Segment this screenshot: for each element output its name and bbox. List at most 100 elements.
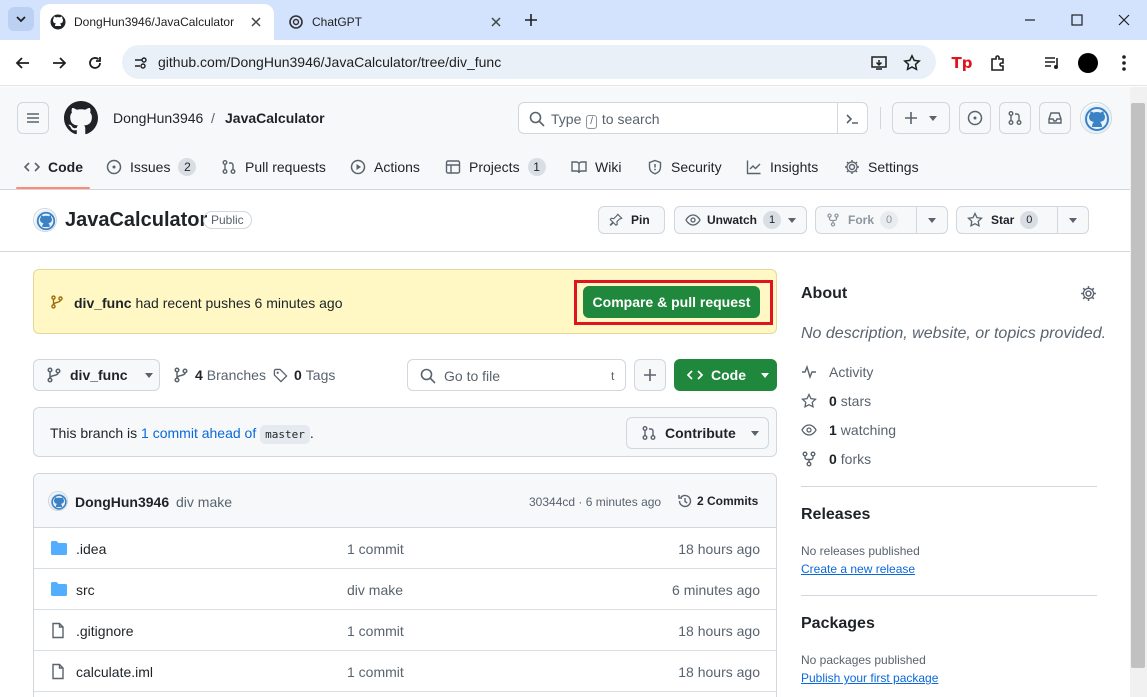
minimize-window-button[interactable]: [1018, 8, 1042, 32]
unwatch-button[interactable]: Unwatch 1: [674, 206, 807, 234]
compare-pull-request-button[interactable]: Compare & pull request: [583, 286, 760, 318]
commits-history-link[interactable]: 2 Commits: [677, 493, 758, 509]
github-logo-icon[interactable]: [64, 101, 98, 135]
file-commit-message[interactable]: div make: [347, 582, 403, 598]
reload-button[interactable]: [82, 50, 108, 76]
forward-button[interactable]: [46, 50, 72, 76]
tab-search-button[interactable]: [8, 7, 34, 31]
profile-avatar[interactable]: [1076, 51, 1100, 75]
code-icon: [24, 162, 40, 172]
command-palette-icon[interactable]: [844, 111, 860, 127]
releases-heading[interactable]: Releases: [801, 506, 870, 524]
triangle-down-icon: [788, 218, 797, 223]
code-dropdown-button[interactable]: Code: [674, 359, 777, 391]
search-input[interactable]: Type / to search: [518, 102, 868, 134]
commit-author[interactable]: DongHun3946: [75, 494, 169, 510]
file-name[interactable]: .idea: [76, 541, 106, 557]
user-avatar[interactable]: [1080, 102, 1112, 134]
browser-tab-chatgpt[interactable]: ChatGPT: [280, 4, 514, 40]
commits-ahead-link[interactable]: 1 commit ahead of: [141, 425, 256, 441]
commit-sha-time[interactable]: 30344cd · 6 minutes ago: [529, 495, 661, 509]
tab-issues[interactable]: Issues 2: [106, 157, 197, 177]
maximize-window-button[interactable]: [1065, 8, 1089, 32]
repo-forked-icon: [827, 213, 839, 227]
issue-opened-icon: [967, 110, 983, 126]
star-button[interactable]: Star 0: [956, 206, 1089, 234]
branch-selector-button[interactable]: div_func: [33, 359, 160, 391]
close-tab-icon[interactable]: [246, 12, 266, 32]
file-commit-message[interactable]: 1 commit: [347, 541, 404, 557]
new-tab-button[interactable]: [520, 9, 542, 31]
file-name[interactable]: src: [76, 582, 95, 598]
about-heading: About: [801, 285, 848, 302]
tab-settings[interactable]: Settings: [844, 157, 919, 177]
breadcrumb-repo[interactable]: JavaCalculator: [225, 110, 325, 126]
watching-link[interactable]: 1 watching: [801, 422, 896, 438]
address-bar[interactable]: github.com/DongHun3946/JavaCalculator/tr…: [122, 45, 936, 79]
commit-author-avatar[interactable]: [48, 491, 68, 511]
tab-insights[interactable]: Insights: [746, 157, 818, 177]
file-commit-message[interactable]: 1 commit: [347, 664, 404, 680]
file-row[interactable]: .idea 1 commit 18 hours ago: [34, 528, 776, 569]
issue-opened-icon: [106, 159, 122, 175]
tags-link[interactable]: 0 Tags: [273, 367, 335, 383]
activity-link[interactable]: Activity: [801, 364, 873, 380]
file-commit-message[interactable]: 1 commit: [347, 623, 404, 639]
add-file-button[interactable]: [634, 359, 666, 391]
branches-link[interactable]: 4 Branches: [173, 367, 266, 383]
file-row[interactable]: .gitignore 1 commit 18 hours ago: [34, 610, 776, 651]
browser-tab-github[interactable]: DongHun3946/JavaCalculator: [40, 4, 274, 40]
projects-count: 1: [527, 158, 546, 176]
pull-requests-button[interactable]: [999, 102, 1031, 134]
close-tab-icon[interactable]: [486, 12, 506, 32]
breadcrumb-separator: /: [211, 110, 215, 126]
site-info-icon[interactable]: [130, 53, 150, 73]
tab-actions[interactable]: Actions: [350, 157, 420, 177]
tab-code[interactable]: Code: [24, 157, 83, 177]
commit-message[interactable]: div make: [176, 494, 232, 510]
breadcrumb-owner[interactable]: DongHun3946: [113, 110, 203, 126]
chatgpt-favicon-icon: [289, 15, 303, 29]
pin-button[interactable]: Pin: [598, 206, 665, 234]
tab-pull-requests[interactable]: Pull requests: [221, 157, 326, 177]
go-to-file-input[interactable]: Go to file t: [407, 359, 626, 391]
forks-link[interactable]: 0 forks: [801, 451, 871, 467]
file-row[interactable]: calculate.iml 1 commit 18 hours ago: [34, 651, 776, 692]
extension-tp-icon[interactable]: Tp: [950, 51, 974, 75]
tab-projects[interactable]: Projects 1: [445, 157, 546, 177]
packages-heading[interactable]: Packages: [801, 615, 875, 633]
back-button[interactable]: [10, 50, 36, 76]
repo-owner-avatar[interactable]: [33, 208, 57, 232]
inbox-button[interactable]: [1039, 102, 1071, 134]
file-name[interactable]: calculate.iml: [76, 664, 153, 680]
tab-wiki[interactable]: Wiki: [571, 157, 621, 177]
eye-icon: [685, 214, 701, 226]
fork-button[interactable]: Fork 0: [815, 206, 948, 234]
create-release-link[interactable]: Create a new release: [801, 562, 915, 576]
create-new-button[interactable]: [892, 102, 950, 134]
bookmark-star-icon[interactable]: [902, 53, 922, 73]
stars-link[interactable]: 0 stars: [801, 393, 871, 409]
extensions-puzzle-icon[interactable]: [986, 51, 1010, 75]
browser-tab-strip: DongHun3946/JavaCalculator ChatGPT: [0, 0, 1147, 40]
close-window-button[interactable]: [1112, 8, 1136, 32]
publish-package-link[interactable]: Publish your first package: [801, 671, 938, 685]
banner-text: div_func had recent pushes 6 minutes ago: [74, 295, 343, 311]
hamburger-menu-button[interactable]: [17, 102, 49, 134]
file-row[interactable]: src div make 6 minutes ago: [34, 569, 776, 610]
media-controls-icon[interactable]: [1040, 51, 1064, 75]
contribute-button[interactable]: Contribute: [626, 417, 769, 449]
book-icon: [571, 161, 587, 174]
repo-name[interactable]: JavaCalculator: [65, 209, 207, 232]
search-icon: [529, 111, 545, 127]
browser-menu-icon[interactable]: [1112, 51, 1136, 75]
issues-button[interactable]: [959, 102, 991, 134]
page-scrollbar-thumb[interactable]: [1131, 103, 1145, 668]
tab-security[interactable]: Security: [647, 157, 722, 177]
triangle-down-icon: [761, 373, 769, 378]
pull-request-icon: [1008, 111, 1022, 125]
pulse-icon: [802, 364, 816, 380]
about-settings-gear-icon[interactable]: [1080, 285, 1097, 302]
install-app-icon[interactable]: [869, 53, 889, 73]
file-name[interactable]: .gitignore: [76, 623, 134, 639]
